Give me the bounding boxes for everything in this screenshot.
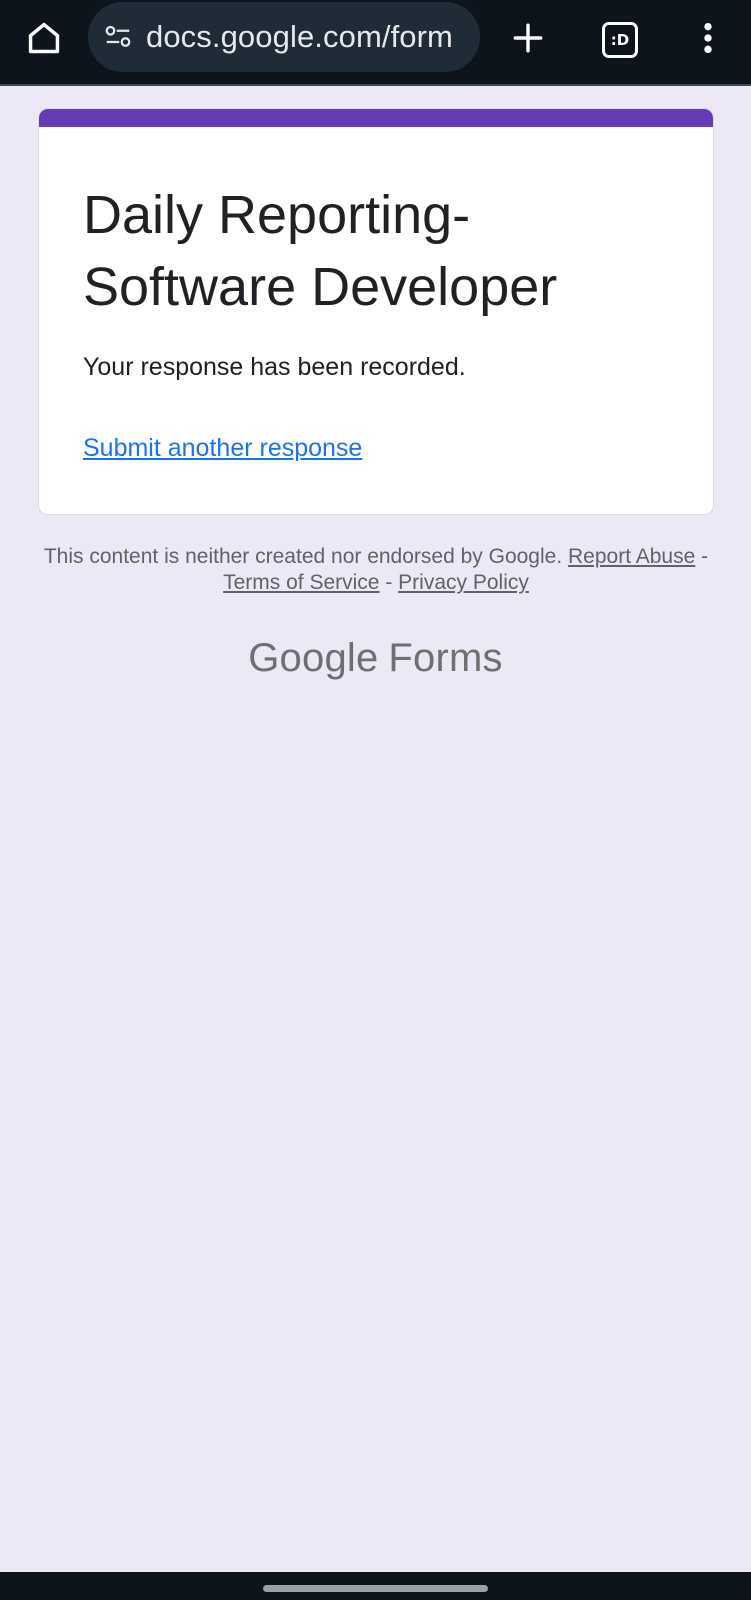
plus-icon — [511, 21, 545, 60]
menu-button[interactable] — [682, 14, 734, 66]
tune-icon[interactable] — [102, 21, 134, 53]
submit-another-response-link[interactable]: Submit another response — [83, 434, 362, 463]
home-button[interactable] — [18, 14, 70, 66]
tab-switcher-icon: :D — [602, 22, 638, 58]
google-forms-logo[interactable]: Google Forms — [0, 636, 751, 681]
report-abuse-link[interactable]: Report Abuse — [568, 545, 695, 568]
footer-separator: - — [701, 545, 709, 568]
new-tab-button[interactable] — [502, 14, 554, 66]
confirmation-card: Daily Reporting- Software Developer Your… — [38, 108, 714, 515]
brand-forms: Forms — [388, 636, 503, 680]
form-title: Daily Reporting- Software Developer — [83, 185, 558, 317]
brand-google: Google — [248, 636, 379, 680]
footer-separator: - — [385, 571, 393, 594]
home-icon — [25, 19, 63, 62]
url-text: docs.google.com/form — [146, 19, 453, 54]
gesture-handle[interactable] — [263, 1585, 488, 1592]
disclaimer-text: This content is neither created nor endo… — [43, 545, 563, 568]
terms-of-service-link[interactable]: Terms of Service — [223, 571, 379, 594]
system-navigation-bar — [0, 1572, 751, 1600]
address-bar[interactable]: docs.google.com/form — [88, 2, 480, 72]
card-accent-bar — [39, 109, 713, 127]
browser-toolbar: docs.google.com/form :D — [0, 0, 751, 86]
confirmation-message: Your response has been recorded. — [83, 353, 466, 381]
footer-disclaimer: This content is neither created nor endo… — [40, 544, 712, 596]
privacy-policy-link[interactable]: Privacy Policy — [398, 571, 529, 594]
more-vert-icon — [702, 21, 714, 60]
tab-switcher-button[interactable]: :D — [594, 14, 646, 66]
